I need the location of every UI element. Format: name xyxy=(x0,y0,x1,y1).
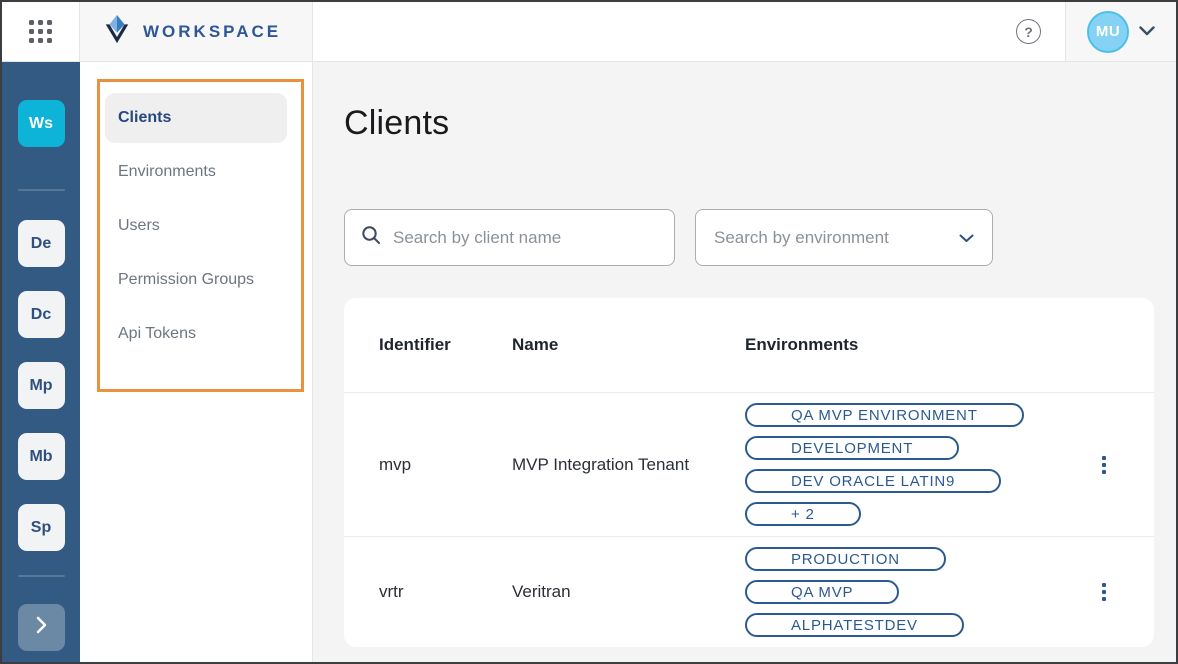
user-menu[interactable]: MU xyxy=(1066,2,1176,61)
avatar: MU xyxy=(1087,11,1129,53)
environment-pill: DEVELOPMENT xyxy=(745,436,959,460)
client-search-input[interactable] xyxy=(393,228,658,248)
app-window: WORKSPACE ? MU Ws De Dc Mp Mb Sp xyxy=(0,0,1178,664)
sidebar-item-mp[interactable]: Mp xyxy=(18,362,65,409)
environment-filter-select[interactable]: Search by environment xyxy=(695,209,993,266)
search-icon xyxy=(361,225,381,250)
secondary-nav: ClientsEnvironmentsUsersPermission Group… xyxy=(80,62,313,662)
cell-actions xyxy=(1054,579,1154,605)
table-row: vrtrVeritranPRODUCTION QA MVP ALPHATESTDEV xyxy=(344,537,1154,647)
table-row: mvpMVP Integration TenantQA MVP ENVIRONM… xyxy=(344,393,1154,537)
client-search-box xyxy=(344,209,675,266)
sidebar-expand-button[interactable] xyxy=(18,604,65,651)
environment-pill: ALPHATESTDEV xyxy=(745,613,964,637)
cell-identifier: mvp xyxy=(379,455,512,475)
top-bar-right: ? MU xyxy=(313,2,1176,61)
sidebar-group-top: Ws xyxy=(18,100,65,171)
sidebar-rail: Ws De Dc Mp Mb Sp xyxy=(2,62,80,662)
logo-text: WORKSPACE xyxy=(143,22,281,42)
nav-item-clients[interactable]: Clients xyxy=(105,93,287,143)
cell-environments: QA MVP ENVIRONMENT DEVELOPMENT DEV ORACLE … xyxy=(745,403,1054,526)
nav-item-permission-groups[interactable]: Permission Groups xyxy=(105,255,287,305)
column-header-identifier: Identifier xyxy=(379,335,512,355)
apps-grid-icon[interactable] xyxy=(29,20,52,43)
app-launcher-cell xyxy=(2,2,80,61)
cell-identifier: vrtr xyxy=(379,582,512,602)
column-header-environments: Environments xyxy=(745,335,1154,355)
sidebar-group-apps: De Dc Mp Mb Sp xyxy=(18,220,65,575)
environment-pill: DEV ORACLE LATIN9 xyxy=(745,469,1001,493)
chevron-right-icon xyxy=(36,616,47,639)
clients-table-card: Identifier Name Environments mvpMVP Inte… xyxy=(344,298,1154,647)
chevron-down-icon xyxy=(1139,23,1155,41)
row-actions-kebab-icon[interactable] xyxy=(1098,579,1110,605)
logo-container[interactable]: WORKSPACE xyxy=(80,2,313,61)
environment-pill: QA MVP xyxy=(745,580,899,604)
page-title: Clients xyxy=(344,104,1176,143)
nav-item-users[interactable]: Users xyxy=(105,201,287,251)
row-actions-kebab-icon[interactable] xyxy=(1098,452,1110,478)
table-header: Identifier Name Environments xyxy=(344,298,1154,393)
cell-name: Veritran xyxy=(512,582,745,602)
main-content: Clients Search by environment xyxy=(313,62,1176,662)
top-bar: WORKSPACE ? MU xyxy=(2,2,1176,62)
secondary-nav-list: ClientsEnvironmentsUsersPermission Group… xyxy=(80,93,312,359)
body: Ws DeDcMpMbSp ClientsEnvironmentsUsersPe… xyxy=(2,62,1176,662)
table-body: mvpMVP Integration TenantQA MVP ENVIRONM… xyxy=(344,393,1154,647)
more-environments-pill[interactable]: + 2 xyxy=(745,502,861,526)
environment-filter-placeholder: Search by environment xyxy=(714,228,889,248)
sidebar-item-dc[interactable]: Dc xyxy=(18,291,65,338)
sidebar-item-mb[interactable]: Mb xyxy=(18,433,65,480)
workspace-logo-icon xyxy=(102,13,132,50)
sidebar-item-ws[interactable]: Ws xyxy=(18,100,65,147)
column-header-name: Name xyxy=(512,335,745,355)
environment-pill: PRODUCTION xyxy=(745,547,946,571)
cell-name: MVP Integration Tenant xyxy=(512,455,745,475)
sidebar-item-sp[interactable]: Sp xyxy=(18,504,65,551)
filters-row: Search by environment xyxy=(344,209,1176,266)
sidebar-item-de[interactable]: De xyxy=(18,220,65,267)
nav-item-environments[interactable]: Environments xyxy=(105,147,287,197)
sidebar-divider xyxy=(18,189,65,191)
cell-actions xyxy=(1054,452,1154,478)
nav-item-api-tokens[interactable]: Api Tokens xyxy=(105,309,287,359)
environment-pill: QA MVP ENVIRONMENT xyxy=(745,403,1024,427)
cell-environments: PRODUCTION QA MVP ALPHATESTDEV xyxy=(745,547,1054,637)
help-icon[interactable]: ? xyxy=(1016,19,1041,44)
chevron-down-icon xyxy=(959,228,974,248)
sidebar-divider xyxy=(18,575,65,577)
